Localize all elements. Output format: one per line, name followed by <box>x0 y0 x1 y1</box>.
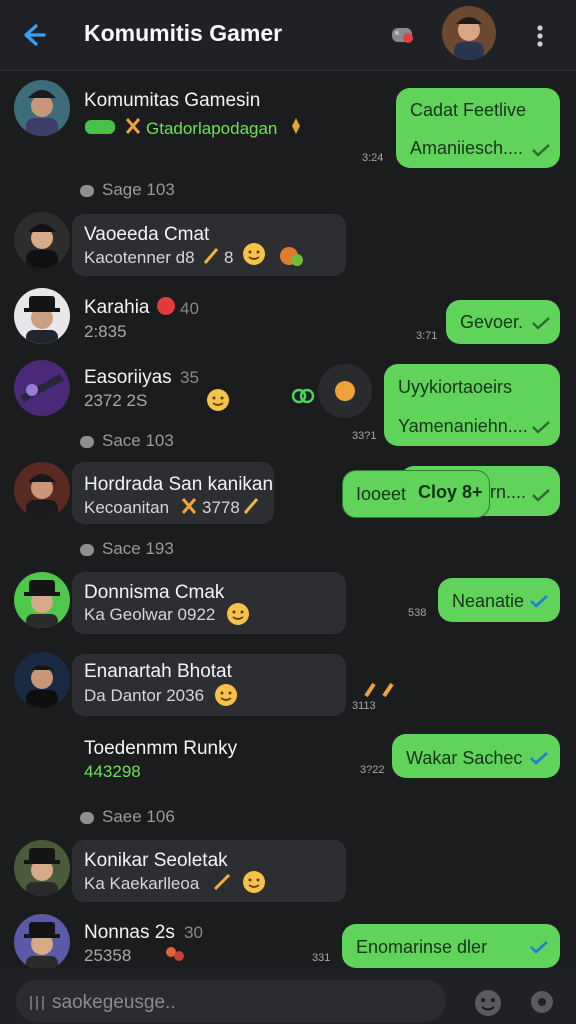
read-check-icon <box>532 489 550 502</box>
read-check-icon <box>530 752 548 765</box>
date-separator: Sace 193 <box>80 539 174 559</box>
avatar[interactable] <box>14 572 70 628</box>
timestamp: 331 <box>312 952 331 964</box>
attach-icon[interactable] <box>28 994 46 1012</box>
link-emoji-icon <box>290 386 316 406</box>
emoji-icon[interactable] <box>473 988 503 1018</box>
read-check-icon <box>532 317 550 330</box>
pencil-emoji-icon <box>212 872 232 892</box>
contact-name: Donnisma Cmak <box>84 582 225 603</box>
smile-emoji-icon <box>214 683 238 707</box>
avatar[interactable] <box>14 212 70 268</box>
message-preview: Ka Kaekarlleoa <box>84 874 200 893</box>
back-arrow-icon[interactable] <box>18 20 48 50</box>
sparkle-emoji-icon <box>180 496 198 516</box>
avatar[interactable] <box>14 288 70 344</box>
contact-name: Easoriiyas <box>84 367 172 388</box>
contact-name: Enanartah Bhotat <box>84 661 232 682</box>
message-preview-tail: 3778 <box>202 498 240 517</box>
date-separator: Sage 103 <box>80 180 175 200</box>
outgoing-text: Iooeet <box>356 484 407 504</box>
name-suffix: 30 <box>184 923 203 942</box>
outgoing-text: Uyykiortaoeirs <box>398 377 513 397</box>
reaction-button[interactable] <box>318 364 372 418</box>
contact-name: Nonnas 2s <box>84 922 175 943</box>
read-check-icon <box>530 941 548 954</box>
message-preview: Kecoanitan <box>84 498 170 517</box>
torch-emoji-icon <box>290 116 302 136</box>
timestamp: 3:24 <box>362 152 384 164</box>
gamepad-emoji-icon <box>84 118 116 136</box>
avatar[interactable] <box>14 360 70 416</box>
timestamp: 3113 <box>352 700 376 712</box>
outgoing-text: Cloy 8+ <box>418 482 483 502</box>
read-check-icon <box>532 144 550 157</box>
read-check-icon <box>532 421 550 434</box>
pencil-emoji-icon <box>242 496 260 516</box>
smile-emoji-icon <box>242 870 266 894</box>
message-preview: Kacotenner d8 <box>84 248 195 267</box>
message-preview: Gtadorlapodagan <box>146 119 278 138</box>
outgoing-text: Gevoer. <box>460 312 524 332</box>
message-preview: 443298 <box>84 762 141 781</box>
smile-emoji-icon <box>206 388 230 412</box>
avatar[interactable] <box>14 652 70 708</box>
message-preview-tail: 8 <box>224 248 234 267</box>
avatar[interactable] <box>14 840 70 896</box>
message-preview: 2372 2S <box>84 391 148 410</box>
message-preview: 2:835 <box>84 322 127 341</box>
outgoing-text: Neanatie <box>452 591 525 611</box>
chat-title: Komumitis Gamer <box>84 20 283 46</box>
dragon-emoji-icon <box>278 244 304 268</box>
message-preview: Da Dantor 2036 <box>84 686 205 705</box>
header-avatar[interactable] <box>442 6 496 60</box>
outgoing-text: rn.... <box>490 482 527 502</box>
avatar[interactable] <box>14 914 70 970</box>
contact-name: Vaoeeda Cmat <box>84 224 210 245</box>
contact-name: Toedenmm Runky <box>84 738 238 759</box>
contact-name: Komumitas Gamesin <box>84 90 261 111</box>
sparkle-emoji-icon <box>124 116 142 136</box>
more-options-icon[interactable] <box>530 22 550 50</box>
fire-emoji-icon <box>156 296 176 316</box>
date-separator: Saee 106 <box>80 807 175 827</box>
settings-gear-icon[interactable] <box>528 988 556 1016</box>
read-check-icon <box>530 595 548 608</box>
outgoing-text: Cadat Feetlive <box>410 100 527 120</box>
timestamp: 33?1 <box>352 430 377 442</box>
message-input-placeholder: saokegeusge.. <box>52 992 176 1013</box>
outgoing-text: Wakar Sachec <box>406 748 523 768</box>
smile-emoji-icon <box>226 602 250 626</box>
contact-name: Karahia <box>84 297 150 318</box>
timestamp: 538 <box>408 607 427 619</box>
contact-name: Hordrada San kanikan <box>84 474 274 495</box>
sparkle-emoji-icon <box>360 680 402 700</box>
outgoing-text: Amaniiesch.... <box>410 138 524 158</box>
contact-name: Konikar Seoletak <box>84 850 228 871</box>
outgoing-text: Enomarinse dler <box>356 937 488 957</box>
smile-emoji-icon <box>242 242 266 266</box>
message-preview: 25358 <box>84 946 132 965</box>
avatar[interactable] <box>14 80 70 136</box>
name-suffix: 40 <box>180 299 199 318</box>
outgoing-text: Yamenaniehn.... <box>398 416 528 436</box>
heart-emoji-icon <box>164 944 186 964</box>
timestamp: 3:71 <box>416 330 438 342</box>
name-suffix: 35 <box>180 368 199 387</box>
date-separator: Sace 103 <box>80 431 174 451</box>
game-controller-icon[interactable] <box>390 22 418 50</box>
message-preview: Ka Geolwar 0922 <box>84 605 216 624</box>
avatar[interactable] <box>14 462 70 518</box>
timestamp: 3?22 <box>360 764 385 776</box>
pencil-emoji-icon <box>202 246 220 266</box>
